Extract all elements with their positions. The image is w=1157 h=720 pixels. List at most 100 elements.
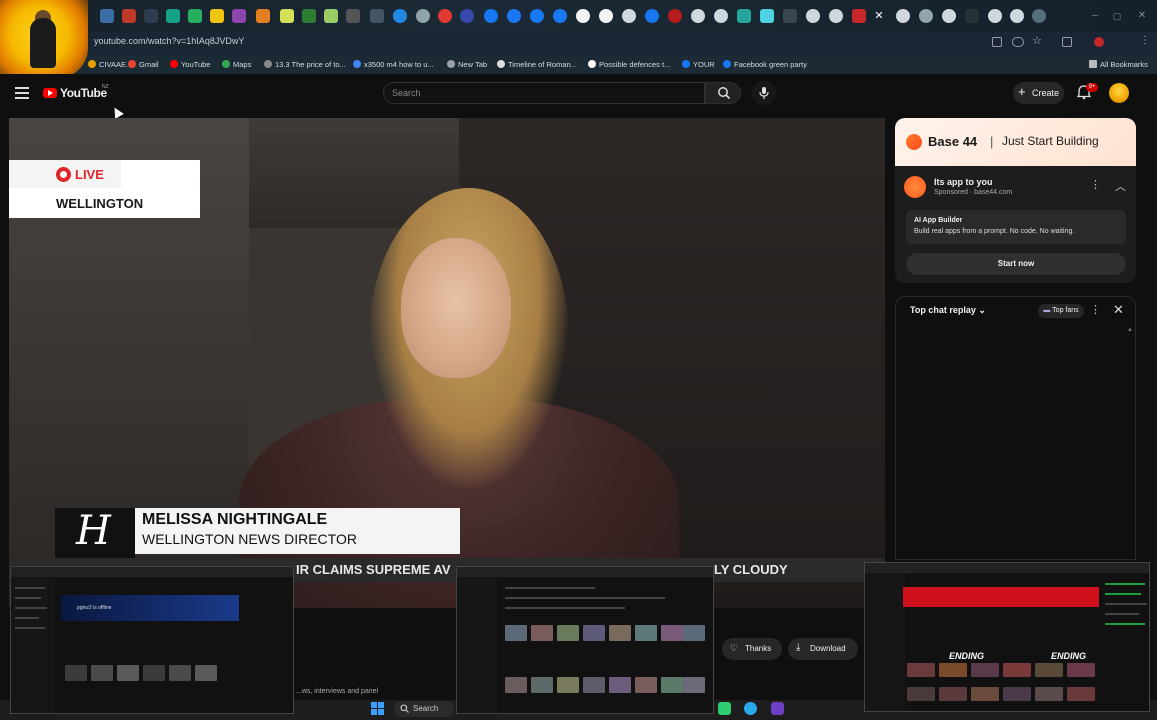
hamburger-menu-icon[interactable]: [15, 87, 29, 99]
tab-favicon[interactable]: [783, 9, 797, 23]
tab-favicon[interactable]: [188, 9, 202, 23]
tab-favicon[interactable]: [210, 9, 224, 23]
tab-favicon[interactable]: [852, 9, 866, 23]
tab-favicon[interactable]: [166, 9, 180, 23]
tab-favicon[interactable]: [691, 9, 705, 23]
tab-favicon[interactable]: [438, 9, 452, 23]
bookmark-star-icon[interactable]: ☆: [1032, 34, 1042, 47]
tab-favicon[interactable]: [760, 9, 774, 23]
bookmark-item[interactable]: YOUR: [682, 60, 715, 69]
tab-favicon[interactable]: [302, 9, 316, 23]
top-fans-button[interactable]: ▬ Top fans: [1038, 304, 1084, 318]
bookmark-item[interactable]: CIVAAE...: [88, 60, 132, 69]
youtube-logo-icon[interactable]: [43, 88, 57, 98]
chat-close-icon[interactable]: ✕: [1113, 302, 1124, 318]
ad-more-options-icon[interactable]: ⋮: [1090, 178, 1101, 191]
bookmark-item[interactable]: Timeline of Roman...: [497, 60, 577, 69]
tab-favicon[interactable]: [122, 9, 136, 23]
download-button[interactable]: ⤓ Download: [788, 638, 858, 660]
tab-favicon[interactable]: [645, 9, 659, 23]
thumbnail-tile: [143, 665, 165, 681]
tab-favicon[interactable]: [829, 9, 843, 23]
browser-menu-icon[interactable]: ⋮: [1140, 35, 1150, 46]
maximize-icon[interactable]: ▢: [1110, 9, 1124, 23]
bookmark-item[interactable]: New Tab: [447, 60, 487, 69]
window-thumbnail-kick-2[interactable]: ENDING ENDING: [864, 562, 1150, 712]
tab-favicon[interactable]: [416, 9, 430, 23]
new-tab-icon[interactable]: [1032, 9, 1046, 23]
tab-favicon[interactable]: [714, 9, 728, 23]
bookmark-item[interactable]: Facebook green party: [723, 60, 807, 69]
bookmark-item[interactable]: Possible defences t...: [588, 60, 670, 69]
bookmark-item[interactable]: Maps: [222, 60, 251, 69]
chat-more-options-icon[interactable]: ⋮: [1090, 303, 1101, 316]
tab-favicon[interactable]: [1010, 9, 1024, 23]
window-close-icon[interactable]: ✕: [1135, 9, 1149, 23]
video-description-snippet[interactable]: ...ws, interviews and panel: [296, 688, 378, 695]
tab-favicon[interactable]: [100, 9, 114, 23]
bookmark-item[interactable]: YouTube: [170, 60, 210, 69]
address-bar[interactable]: youtube.com/watch?v=1hIAq8JVDwY: [94, 36, 244, 46]
window-thumbnail-youtube[interactable]: [456, 566, 714, 714]
bookmark-item[interactable]: x3500 m4 how to u...: [353, 60, 434, 69]
tab-favicon[interactable]: [668, 9, 682, 23]
tab-favicon[interactable]: [622, 9, 636, 23]
window-thumbnail-kick[interactable]: pglez2 is offline: [10, 566, 294, 714]
tab-favicon[interactable]: [919, 9, 933, 23]
voice-search-button[interactable]: [752, 81, 776, 105]
tab-favicon[interactable]: [988, 9, 1002, 23]
tab-favicon[interactable]: [346, 9, 360, 23]
all-bookmarks[interactable]: All Bookmarks: [1089, 60, 1148, 69]
tab-favicon[interactable]: [370, 9, 384, 23]
close-tab-icon[interactable]: ✕: [872, 9, 886, 23]
tab-favicon[interactable]: [965, 9, 979, 23]
account-avatar[interactable]: [1109, 83, 1129, 103]
tab-favicon[interactable]: [737, 9, 751, 23]
password-key-icon[interactable]: [1012, 37, 1024, 47]
tab-favicon[interactable]: [256, 9, 270, 23]
advertiser-icon[interactable]: [904, 176, 926, 198]
facebook-icon: [682, 60, 690, 68]
tab-favicon[interactable]: [484, 9, 498, 23]
ad-collapse-chevron-icon[interactable]: ︿: [1115, 178, 1126, 194]
download-icon: ⤓: [796, 642, 801, 653]
thumbnail-titlebar: [457, 567, 713, 577]
windows-start-icon[interactable]: [371, 702, 385, 716]
tab-favicon[interactable]: [599, 9, 613, 23]
minimize-icon[interactable]: –: [1088, 9, 1102, 23]
tab-favicon[interactable]: [896, 9, 910, 23]
install-app-icon[interactable]: [992, 37, 1002, 47]
ad-inner-title: AI App Builder: [914, 217, 963, 224]
chat-scroll-up-icon[interactable]: ▲: [1127, 327, 1133, 333]
tab-favicon[interactable]: [460, 9, 474, 23]
tab-favicon[interactable]: [144, 9, 158, 23]
telegram-icon[interactable]: [744, 702, 757, 715]
thumbnail-sidebar: [865, 573, 905, 711]
ad-headline[interactable]: Its app to you: [934, 177, 993, 187]
tab-favicon[interactable]: [942, 9, 956, 23]
taskbar-app-icon[interactable]: [771, 702, 784, 715]
profile-icon[interactable]: [1094, 37, 1104, 47]
tab-favicon[interactable]: [232, 9, 246, 23]
search-input[interactable]: [383, 82, 705, 104]
chat-mode-dropdown[interactable]: Top chat replay ⌄: [910, 305, 986, 316]
bookmark-item[interactable]: 13.3 The price of to...: [264, 60, 346, 69]
tab-favicon[interactable]: [576, 9, 590, 23]
tab-favicon[interactable]: [393, 9, 407, 23]
thanks-button[interactable]: ♡ Thanks: [722, 638, 782, 660]
thumbnail-tile: [1035, 663, 1063, 677]
tab-favicon[interactable]: [806, 9, 820, 23]
thumbnail-tile: [1067, 687, 1095, 701]
tab-favicon[interactable]: [530, 9, 544, 23]
search-button[interactable]: [705, 82, 741, 104]
tab-favicon[interactable]: [553, 9, 567, 23]
create-button[interactable]: + Create: [1013, 82, 1064, 104]
taskbar-app-icon[interactable]: [718, 702, 731, 715]
tab-favicon[interactable]: [280, 9, 294, 23]
ad-cta-button[interactable]: Start now: [906, 253, 1126, 275]
tab-favicon[interactable]: [507, 9, 521, 23]
tab-favicon[interactable]: [324, 9, 338, 23]
youtube-logo-text[interactable]: YouTube: [60, 86, 107, 100]
extensions-icon[interactable]: [1062, 37, 1072, 47]
bookmark-item[interactable]: Gmail: [128, 60, 159, 69]
